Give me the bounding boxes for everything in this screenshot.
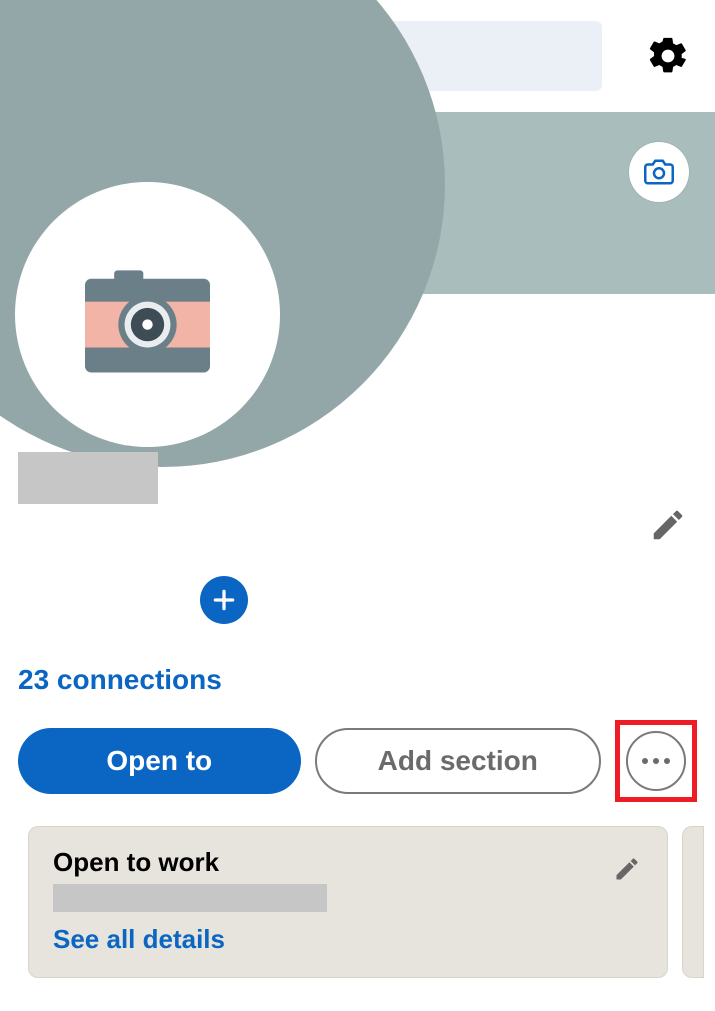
profile-name xyxy=(18,452,158,504)
profile-actions-row: Open to Add section xyxy=(0,696,715,826)
add-photo-button[interactable] xyxy=(200,576,248,624)
open-to-work-roles xyxy=(53,884,327,912)
edit-profile-button[interactable] xyxy=(645,502,691,548)
gear-icon xyxy=(646,34,690,78)
cover-photo[interactable] xyxy=(0,112,715,294)
edit-open-to-work-button[interactable] xyxy=(609,851,645,887)
open-to-cards: Open to work See all details xyxy=(0,826,715,978)
plus-icon xyxy=(211,587,237,613)
next-card-peek[interactable] xyxy=(682,826,704,978)
settings-button[interactable] xyxy=(645,33,691,79)
connections-link[interactable]: 23 connections xyxy=(18,664,715,696)
pencil-icon xyxy=(613,855,641,883)
more-horizontal-icon xyxy=(642,758,648,764)
open-to-work-card[interactable]: Open to work See all details xyxy=(28,826,668,978)
add-section-button[interactable]: Add section xyxy=(315,728,602,794)
pencil-icon xyxy=(649,506,687,544)
open-to-button[interactable]: Open to xyxy=(18,728,301,794)
edit-cover-button[interactable] xyxy=(629,142,689,202)
more-button-highlight xyxy=(615,720,697,802)
see-all-details-link[interactable]: See all details xyxy=(53,924,643,955)
camera-icon xyxy=(644,157,674,187)
open-to-work-title: Open to work xyxy=(53,847,643,878)
profile-body: 23 connections Open to Add section Open … xyxy=(0,294,715,978)
more-button[interactable] xyxy=(626,731,686,791)
